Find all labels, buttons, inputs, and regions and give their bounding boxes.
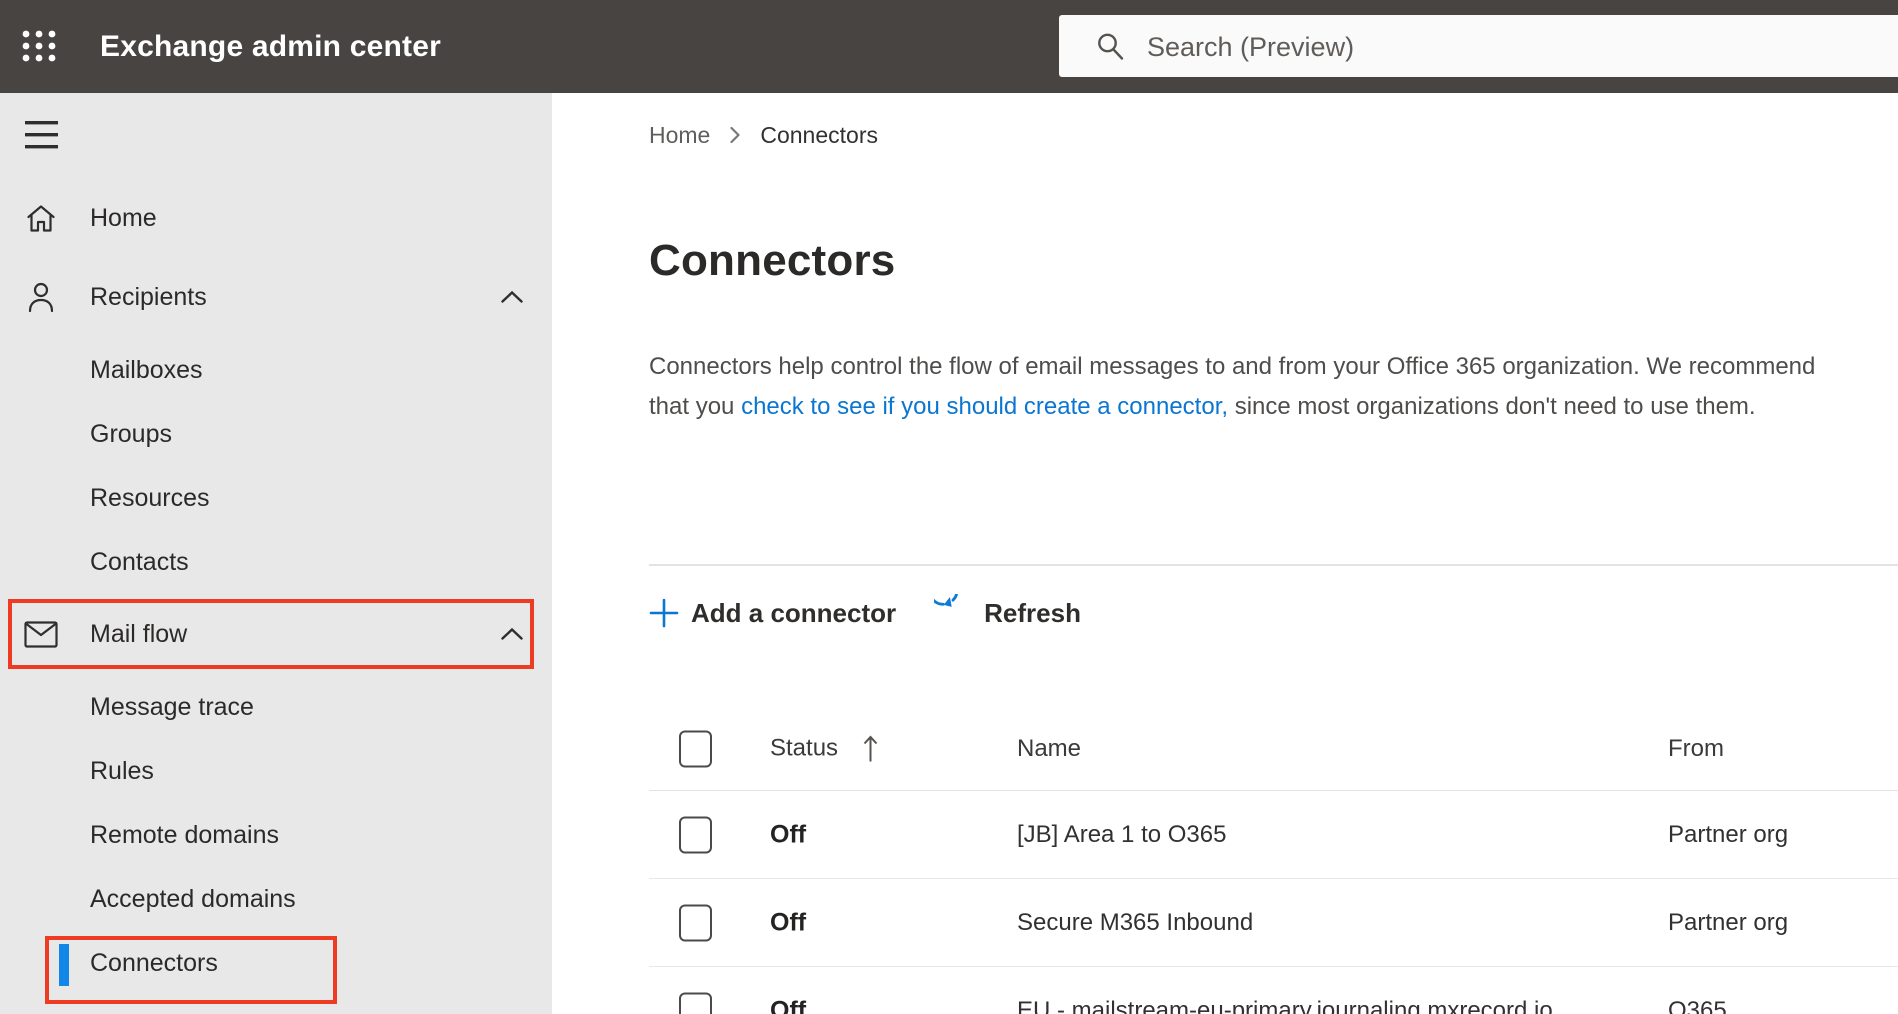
- plus-icon: [649, 598, 679, 628]
- sidebar-item-accepted-domains[interactable]: Accepted domains: [0, 867, 552, 931]
- row-checkbox[interactable]: [679, 816, 712, 853]
- waffle-icon: [22, 30, 56, 62]
- top-bar: Exchange admin center: [0, 0, 1898, 93]
- row-checkbox[interactable]: [679, 904, 712, 941]
- sidebar-item-home[interactable]: Home: [0, 186, 552, 250]
- from-value: Partner org: [1668, 908, 1789, 936]
- status-value: Off: [770, 908, 807, 936]
- table-row[interactable]: Off Secure M365 Inbound Partner org: [649, 879, 1898, 967]
- selected-item-indicator: [59, 944, 69, 986]
- connector-name[interactable]: Secure M365 Inbound: [1017, 909, 1253, 937]
- sort-ascending-icon: [862, 733, 879, 764]
- chevron-up-icon[interactable]: [499, 626, 525, 642]
- connector-name[interactable]: [JB] Area 1 to O365: [1017, 821, 1226, 849]
- sidebar-item-rules[interactable]: Rules: [0, 739, 552, 803]
- page-description: Connectors help control the flow of emai…: [649, 347, 1854, 427]
- home-icon: [24, 202, 58, 234]
- column-header-name[interactable]: Name: [1017, 735, 1081, 763]
- select-all-checkbox[interactable]: [679, 730, 712, 767]
- sidebar-item-contacts[interactable]: Contacts: [0, 530, 552, 594]
- hamburger-icon: [25, 121, 58, 149]
- sidebar-item-mail-flow[interactable]: Mail flow: [0, 602, 552, 666]
- description-text: since most organizations don't need to u…: [1228, 393, 1756, 420]
- command-bar: Add a connector Refresh: [649, 588, 1081, 638]
- section-divider: [649, 564, 1898, 566]
- breadcrumb: Home Connectors: [649, 115, 878, 155]
- connectors-table: Status Name From Off [JB] Area 1 to O365…: [649, 707, 1898, 1014]
- create-connector-check-link[interactable]: check to see if you should create a conn…: [741, 393, 1228, 420]
- breadcrumb-current: Connectors: [760, 121, 878, 148]
- connector-name[interactable]: EU - mailstream-eu-primary.journaling.mx…: [1017, 997, 1553, 1014]
- from-value: O365: [1668, 996, 1727, 1014]
- left-navigation: Home Recipients Mailboxes Groups Resourc…: [0, 93, 552, 1014]
- sidebar-item-groups[interactable]: Groups: [0, 402, 552, 466]
- sidebar-item-message-trace[interactable]: Message trace: [0, 675, 552, 739]
- global-search[interactable]: [1059, 15, 1898, 79]
- from-value: Partner org: [1668, 820, 1789, 848]
- add-connector-button[interactable]: Add a connector: [649, 598, 896, 629]
- row-checkbox[interactable]: [679, 992, 712, 1014]
- refresh-icon: [934, 594, 959, 607]
- nav-collapse-button[interactable]: [25, 120, 58, 154]
- column-header-status[interactable]: Status: [770, 733, 879, 764]
- exchange-admin-center-window: Exchange admin center Home: [0, 0, 1898, 1014]
- refresh-button[interactable]: Refresh: [934, 594, 1081, 632]
- sidebar-item-resources[interactable]: Resources: [0, 466, 552, 530]
- app-title: Exchange admin center: [100, 29, 441, 63]
- sidebar-item-mailboxes[interactable]: Mailboxes: [0, 338, 552, 402]
- chevron-up-icon[interactable]: [499, 289, 525, 305]
- main-content: Home Connectors Connectors Connectors he…: [552, 93, 1898, 1014]
- table-row[interactable]: Off [JB] Area 1 to O365 Partner org: [649, 791, 1898, 879]
- sidebar-item-remote-domains[interactable]: Remote domains: [0, 803, 552, 867]
- column-header-from[interactable]: From: [1668, 735, 1724, 763]
- person-icon: [24, 281, 58, 313]
- sidebar-item-connectors[interactable]: Connectors: [0, 931, 552, 995]
- status-value: Off: [770, 996, 807, 1014]
- search-icon: [1098, 33, 1124, 60]
- page-title: Connectors: [649, 236, 896, 285]
- table-header-row: Status Name From: [649, 707, 1898, 791]
- search-input[interactable]: [1145, 15, 1888, 79]
- app-launcher-waffle-icon[interactable]: [20, 27, 58, 65]
- breadcrumb-home-link[interactable]: Home: [649, 122, 710, 149]
- sidebar-item-recipients[interactable]: Recipients: [0, 265, 552, 329]
- mail-icon: [24, 620, 58, 648]
- table-row[interactable]: Off EU - mailstream-eu-primary.journalin…: [649, 967, 1898, 1014]
- chevron-right-icon: [728, 124, 742, 146]
- status-value: Off: [770, 820, 807, 848]
